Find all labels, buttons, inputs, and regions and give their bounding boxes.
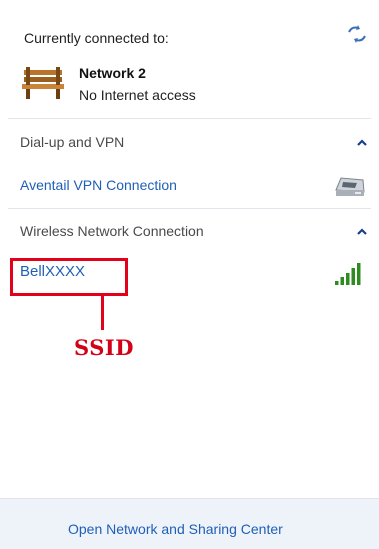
- flyout-footer: Open Network and Sharing Center: [0, 498, 379, 549]
- vpn-modem-icon: [335, 177, 365, 196]
- network-name: Network 2: [79, 65, 146, 81]
- divider: [8, 208, 371, 209]
- signal-strength-icon: [335, 263, 361, 285]
- section-header-wireless[interactable]: Wireless Network Connection: [20, 223, 204, 239]
- connected-heading: Currently connected to:: [24, 30, 169, 46]
- network-flyout: Currently connected to: Network 2 No Int…: [0, 0, 379, 549]
- connection-status: Currently connected to: Network 2 No Int…: [0, 0, 379, 116]
- collapse-icon[interactable]: [356, 138, 368, 148]
- ssid-callout-line: [101, 296, 104, 330]
- refresh-icon[interactable]: [346, 24, 368, 44]
- open-network-sharing-center-link[interactable]: Open Network and Sharing Center: [68, 521, 283, 537]
- network-status-text: No Internet access: [79, 87, 196, 103]
- section-header-dialup-vpn[interactable]: Dial-up and VPN: [20, 134, 124, 150]
- ssid-callout-label: SSID: [74, 335, 134, 360]
- vpn-connection-item[interactable]: Aventail VPN Connection: [20, 177, 177, 193]
- bench-network-icon: [22, 67, 64, 99]
- wireless-network-item[interactable]: BellXXXX: [20, 263, 85, 280]
- collapse-icon[interactable]: [356, 227, 368, 237]
- divider: [8, 118, 371, 119]
